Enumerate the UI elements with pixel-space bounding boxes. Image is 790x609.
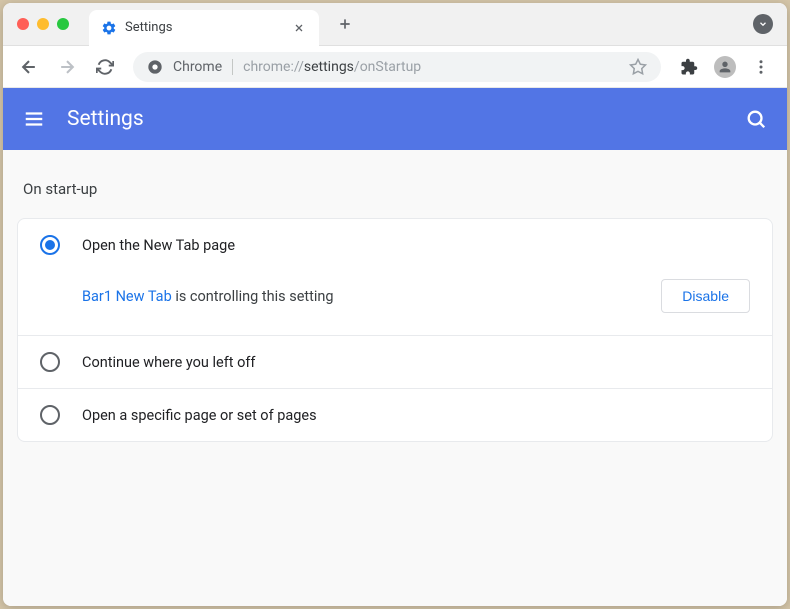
maximize-window-button[interactable] xyxy=(57,18,69,30)
settings-header: Settings xyxy=(3,88,787,150)
page-title: Settings xyxy=(67,107,144,131)
close-tab-button[interactable] xyxy=(291,20,307,36)
radio-label: Continue where you left off xyxy=(82,354,255,371)
radio-inner xyxy=(45,240,55,250)
search-button[interactable] xyxy=(745,108,767,130)
extensions-button[interactable] xyxy=(673,51,705,83)
radio-option-continue[interactable]: Continue where you left off xyxy=(18,336,772,388)
toolbar-actions xyxy=(673,51,777,83)
radio-option-specific-pages[interactable]: Open a specific page or set of pages xyxy=(18,389,772,441)
radio-option-new-tab[interactable]: Open the New Tab page xyxy=(18,219,772,271)
radio-button[interactable] xyxy=(40,235,60,255)
profile-button[interactable] xyxy=(709,51,741,83)
tab-title: Settings xyxy=(125,20,283,35)
menu-button[interactable] xyxy=(745,51,777,83)
forward-button[interactable] xyxy=(51,51,83,83)
address-bar[interactable]: Chrome chrome://settings/onStartup xyxy=(133,52,661,82)
reload-button[interactable] xyxy=(89,51,121,83)
radio-button[interactable] xyxy=(40,405,60,425)
radio-label: Open the New Tab page xyxy=(82,237,235,254)
close-window-button[interactable] xyxy=(17,18,29,30)
toolbar: Chrome chrome://settings/onStartup xyxy=(3,46,787,88)
extension-notice: Bar1 New Tab is controlling this setting… xyxy=(18,271,772,335)
extension-message: Bar1 New Tab is controlling this setting xyxy=(82,288,334,305)
disable-button[interactable]: Disable xyxy=(661,279,750,313)
avatar-icon xyxy=(714,56,736,78)
section-title: On start-up xyxy=(17,180,773,198)
radio-button[interactable] xyxy=(40,352,60,372)
chrome-icon xyxy=(147,59,163,75)
gear-icon xyxy=(101,20,117,36)
divider xyxy=(232,59,233,75)
url-scheme-label: Chrome xyxy=(173,59,222,75)
browser-tab[interactable]: Settings xyxy=(89,10,319,46)
window-controls xyxy=(3,18,69,30)
startup-card: Open the New Tab page Bar1 New Tab is co… xyxy=(17,218,773,442)
radio-label: Open a specific page or set of pages xyxy=(82,407,317,424)
extension-link[interactable]: Bar1 New Tab xyxy=(82,288,172,305)
tab-overflow-button[interactable] xyxy=(753,14,773,34)
minimize-window-button[interactable] xyxy=(37,18,49,30)
url-text: chrome://settings/onStartup xyxy=(243,59,421,75)
hamburger-menu-button[interactable] xyxy=(23,108,45,130)
titlebar: Settings xyxy=(3,3,787,46)
bookmark-star-icon[interactable] xyxy=(629,58,647,76)
browser-window: Settings Chrome chrome://setti xyxy=(3,3,787,606)
back-button[interactable] xyxy=(13,51,45,83)
new-tab-button[interactable] xyxy=(331,10,359,38)
settings-content: On start-up Open the New Tab page Bar1 N… xyxy=(3,150,787,606)
